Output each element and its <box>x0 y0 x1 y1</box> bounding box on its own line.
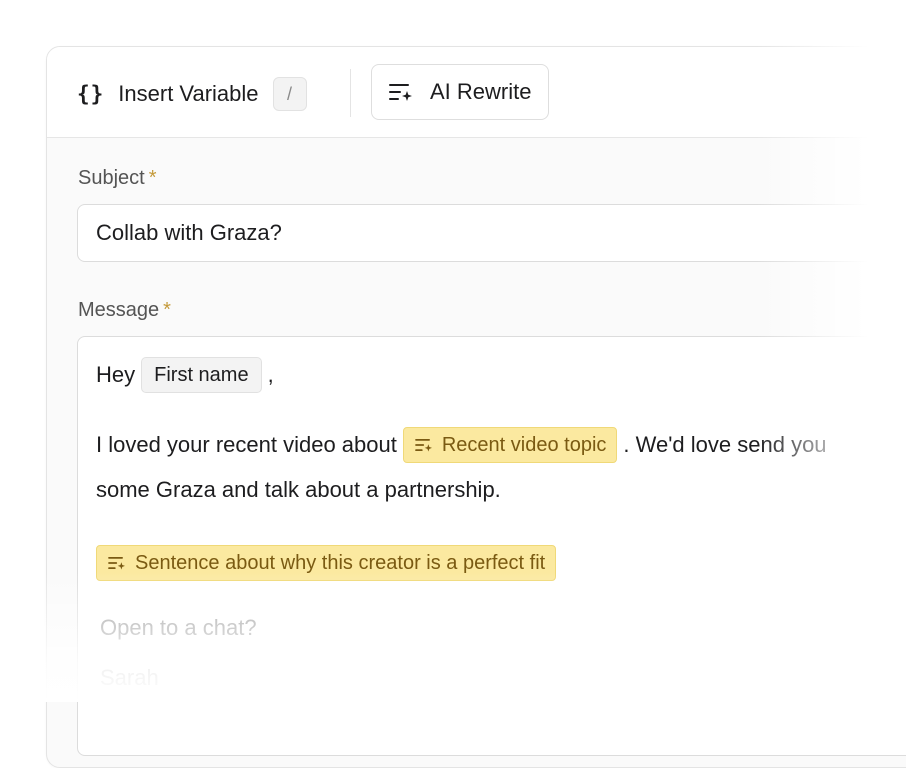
variable-chip-first-name[interactable]: First name <box>141 357 262 393</box>
message-line-closing: Open to a chat? <box>100 615 257 640</box>
ai-sparkle-lines-icon <box>108 557 125 570</box>
ai-rewrite-label: AI Rewrite <box>430 79 532 104</box>
message-line-greeting: Hey First name , <box>96 357 274 393</box>
subject-label: Subject * <box>78 167 157 189</box>
message-label: Message * <box>78 299 171 321</box>
ai-sparkle-lines-icon <box>414 439 432 452</box>
insert-variable-button[interactable]: {} Insert Variable / <box>77 77 307 111</box>
message-line-ai-sentence: Sentence about why this creator is a per… <box>96 545 562 581</box>
brackets-icon: {} <box>77 82 105 106</box>
message-editor[interactable]: Hey First name , I loved your recent vid… <box>77 336 906 756</box>
ai-variable-chip-perfect-fit[interactable]: Sentence about why this creator is a per… <box>96 545 557 581</box>
required-asterisk: * <box>148 167 157 189</box>
message-line-partnership: some Graza and talk about a partnership. <box>96 477 501 502</box>
message-line-video: I loved your recent video about Recent v… <box>96 427 827 463</box>
toolbar-divider <box>350 69 351 117</box>
insert-variable-label: Insert Variable <box>118 81 259 106</box>
ai-variable-chip-recent-video-topic[interactable]: Recent video topic <box>402 427 618 463</box>
ai-rewrite-button[interactable]: AI Rewrite <box>371 64 549 120</box>
subject-value: Collab with Graza? <box>96 220 282 245</box>
email-composer-card: {} Insert Variable / AI Rewrite Subject *… <box>46 46 906 768</box>
required-asterisk: * <box>163 299 171 321</box>
slash-shortcut-hint: / <box>272 77 307 111</box>
ai-sparkle-lines-icon <box>389 84 412 101</box>
message-line-signature: Sarah <box>100 665 159 690</box>
subject-input[interactable]: Collab with Graza? <box>77 204 906 262</box>
editor-toolbar: {} Insert Variable / AI Rewrite <box>47 47 906 138</box>
